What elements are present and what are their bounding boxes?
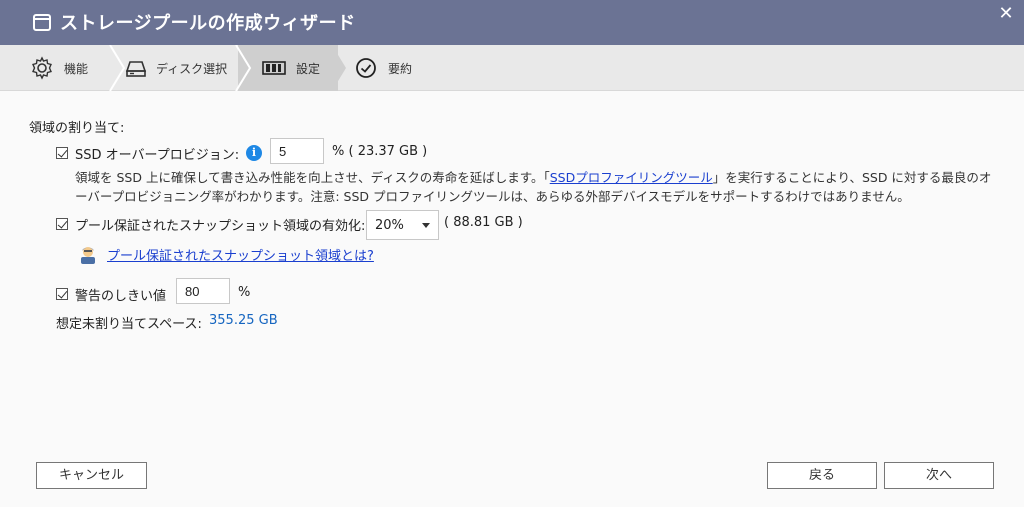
snapshot-checkbox[interactable] (56, 218, 68, 230)
close-icon[interactable]: ✕ (996, 4, 1016, 24)
ssd-description: 領域を SSD 上に確保して書き込み性能を向上させ、ディスクの寿命を延ばします。… (75, 168, 995, 206)
step-summary[interactable]: 要約 (346, 45, 446, 91)
cancel-button[interactable]: キャンセル (36, 462, 147, 489)
threshold-unit: % (238, 285, 251, 300)
ssd-profiling-tool-link[interactable]: SSDプロファイリングツール (550, 170, 713, 185)
step-disk-select[interactable]: ディスク選択 (110, 45, 238, 91)
threshold-input[interactable] (176, 278, 230, 304)
section-title: 領域の割り当て: (29, 121, 125, 136)
window-title: ストレージプールの作成ウィザード (60, 13, 356, 34)
snapshot-percent-select[interactable]: 20% (366, 210, 439, 240)
unallocated-value: 355.25 GB (209, 313, 278, 328)
step-label: 設定 (296, 62, 321, 76)
ssd-overprovision-size: % ( 23.37 GB ) (332, 144, 428, 159)
window-titlebar: ストレージプールの作成ウィザード ✕ (0, 0, 1024, 45)
step-label: ディスク選択 (156, 62, 228, 76)
snapshot-size: ( 88.81 GB ) (444, 215, 523, 230)
gear-icon (32, 56, 52, 80)
check-circle-icon (356, 58, 376, 78)
select-value: 20% (375, 218, 404, 233)
ssd-overprovision-input[interactable] (270, 138, 324, 164)
step-features[interactable]: 機能 (0, 45, 110, 91)
ssd-overprovision-checkbox[interactable] (56, 147, 68, 159)
settings-icon (262, 61, 286, 75)
back-button[interactable]: 戻る (767, 462, 877, 489)
threshold-checkbox[interactable] (56, 288, 68, 300)
disk-icon (125, 61, 147, 77)
next-button[interactable]: 次へ (884, 462, 994, 489)
step-label: 要約 (388, 62, 413, 76)
info-icon[interactable]: i (246, 145, 262, 161)
storage-pool-icon (33, 14, 51, 31)
step-settings[interactable]: 設定 (252, 45, 342, 91)
unallocated-label: 想定未割り当てスペース: (56, 317, 202, 332)
step-label: 機能 (64, 62, 89, 76)
wizard-steps: 機能 ディスク選択 設定 要約 (0, 45, 1024, 91)
helper-avatar-icon (81, 247, 95, 264)
threshold-label: 警告のしきい値 (75, 289, 167, 304)
description-text: 領域を SSD 上に確保して書き込み性能を向上させ、ディスクの寿命を延ばします。… (75, 170, 550, 185)
chevron-down-icon (422, 223, 430, 228)
snapshot-label: プール保証されたスナップショット領域の有効化: (75, 219, 366, 234)
snapshot-help-link[interactable]: プール保証されたスナップショット領域とは? (107, 245, 374, 264)
ssd-overprovision-label: SSD オーバープロビジョン: (75, 148, 240, 163)
wizard-content: 領域の割り当て: SSD オーバープロビジョン: i % ( 23.37 GB … (0, 91, 1024, 507)
